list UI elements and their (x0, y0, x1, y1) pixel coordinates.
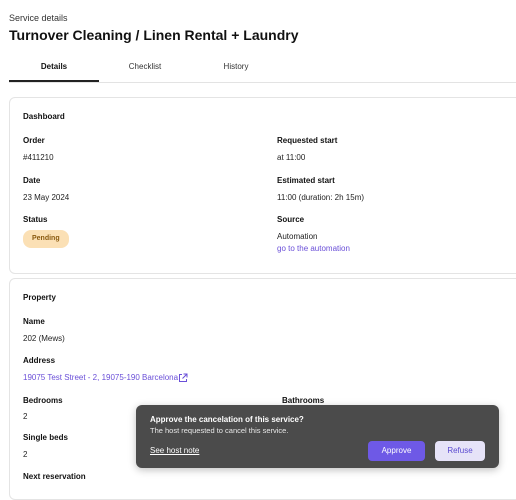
tab-history[interactable]: History (191, 56, 281, 82)
date-label: Date (23, 176, 41, 185)
toast-title: Approve the cancelation of this service? (150, 415, 304, 424)
property-title: Property (23, 293, 56, 302)
single-beds-value: 2 (23, 450, 28, 459)
address-label: Address (23, 356, 56, 365)
refuse-button[interactable]: Refuse (435, 441, 485, 461)
address-link[interactable]: 19075 Test Street - 2, 19075-190 Barcelo… (23, 373, 178, 382)
source-value: Automation (277, 232, 318, 241)
external-link-icon[interactable] (178, 373, 188, 383)
cancelation-toast: Approve the cancelation of this service?… (136, 405, 499, 468)
breadcrumb: Service details (9, 13, 68, 23)
tab-checklist[interactable]: Checklist (99, 56, 191, 82)
order-label: Order (23, 136, 45, 145)
date-value: 23 May 2024 (23, 193, 70, 202)
dashboard-card: Dashboard Order #411210 Requested start … (9, 97, 516, 274)
bedrooms-label: Bedrooms (23, 396, 63, 405)
requested-start-label: Requested start (277, 136, 338, 145)
bedrooms-value: 2 (23, 412, 28, 421)
next-reservation-label: Next reservation (23, 472, 86, 481)
name-label: Name (23, 317, 45, 326)
status-label: Status (23, 215, 48, 224)
approve-button[interactable]: Approve (368, 441, 425, 461)
estimated-start-label: Estimated start (277, 176, 335, 185)
toast-message: The host requested to cancel this servic… (150, 426, 289, 435)
source-label: Source (277, 215, 305, 224)
dashboard-title: Dashboard (23, 112, 65, 121)
bathrooms-label: Bathrooms (282, 396, 325, 405)
estimated-start-value: 11:00 (duration: 2h 15m) (277, 193, 365, 202)
page-title: Turnover Cleaning / Linen Rental + Laund… (9, 27, 299, 43)
tab-bar: Details Checklist History (9, 56, 516, 83)
name-value: 202 (Mews) (23, 334, 65, 343)
tab-details[interactable]: Details (9, 56, 99, 82)
automation-link[interactable]: go to the automation (277, 244, 350, 253)
see-host-note-link[interactable]: See host note (150, 446, 199, 455)
status-badge: Pending (23, 230, 69, 248)
order-value: #411210 (23, 153, 54, 162)
requested-start-value: at 11:00 (277, 153, 306, 162)
single-beds-label: Single beds (23, 433, 68, 442)
